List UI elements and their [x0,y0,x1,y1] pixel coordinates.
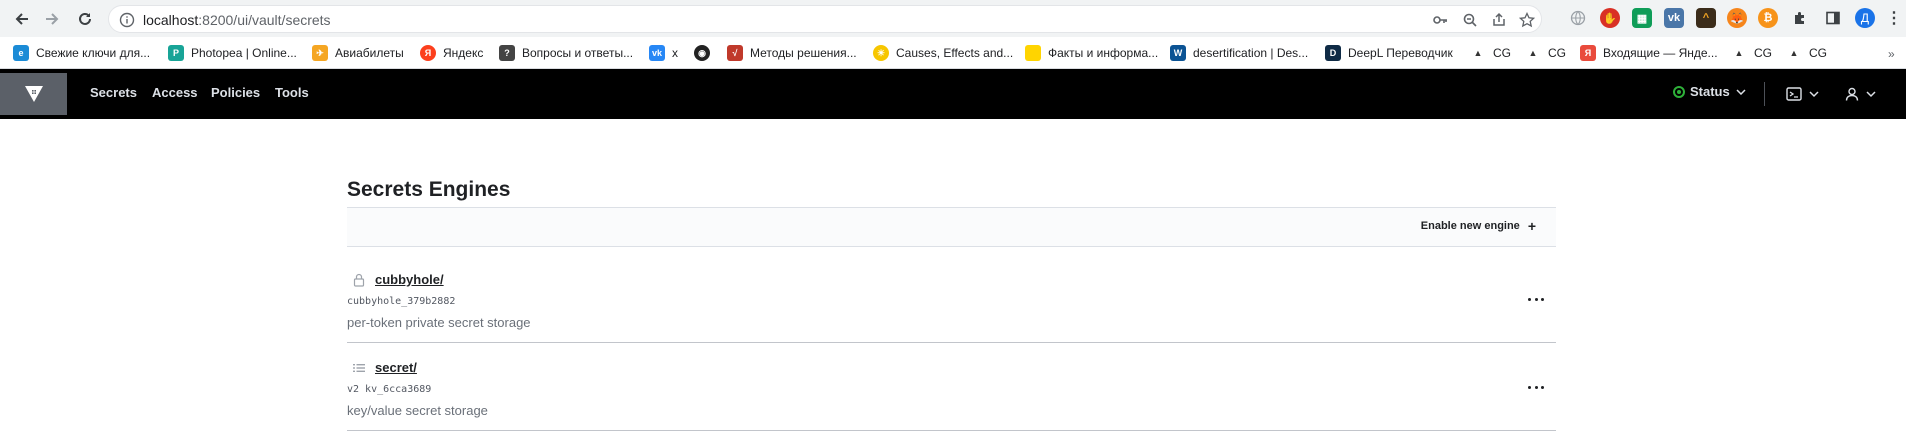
bookmark-favicon-icon: ☀ [873,45,889,61]
browser-toolbar: localhost:8200/ui/vault/secrets ✋ ▦ vk ^… [0,0,1906,37]
more-options-icon[interactable] [1528,383,1544,391]
vault-top-nav: Secrets Access Policies Tools Status [0,69,1906,119]
engine-path-link[interactable]: cubbyhole/ [375,272,444,287]
bookmark-item[interactable]: ▲ CG [1470,42,1511,64]
plus-icon: + [1527,217,1536,234]
bookmark-favicon-icon: √ [727,45,743,61]
engine-row[interactable]: secret/ v2 kv_6cca3689 key/value secret … [347,343,1556,431]
list-icon [352,361,366,375]
nav-link-tools[interactable]: Tools [275,85,309,100]
bookmark-item[interactable]: ? Вопросы и ответы... [499,42,633,64]
bookmark-item[interactable]: D DeepL Переводчик [1325,42,1453,64]
engine-description: per-token private secret storage [347,315,531,330]
bookmark-item[interactable]: Факты и информа... [1025,42,1158,64]
bookmark-favicon-icon: ? [499,45,515,61]
page-title: Secrets Engines [347,178,511,201]
nav-link-access[interactable]: Access [152,85,198,100]
engine-accessor: cubbyhole_379b2882 [347,296,456,307]
zoom-icon[interactable] [1461,11,1479,29]
engine-accessor: v2 kv_6cca3689 [347,384,432,395]
profile-avatar[interactable]: Д [1855,8,1875,28]
engine-description: key/value secret storage [347,403,488,418]
bookmark-favicon-icon: vk [649,45,665,61]
bookmark-favicon-icon: ◉ [694,45,710,61]
extension-chevron-icon[interactable]: ^ [1696,8,1716,28]
extension-coin-icon[interactable]: ₿ [1758,8,1778,28]
vault-logo-icon [24,86,43,102]
browser-menu-icon[interactable]: ⋮ [1884,8,1904,28]
bookmarks-overflow-button[interactable]: » [1888,47,1895,61]
bookmark-item[interactable]: e Свежие ключи для... [13,42,150,64]
status-ok-icon [1673,85,1685,98]
bookmark-favicon-icon: ▲ [1473,48,1483,58]
bookmark-favicon-icon: P [168,45,184,61]
bookmark-item[interactable]: ◉ [694,42,717,64]
bookmark-favicon-icon: ▲ [1789,48,1799,58]
enable-new-engine-button[interactable]: Enable new engine + [1420,217,1536,234]
bookmark-item[interactable]: Я Яндекс [420,42,483,64]
extensions-puzzle-icon[interactable] [1790,8,1810,28]
bookmark-item[interactable]: ▲ CG [1525,42,1566,64]
status-label: Status [1690,84,1730,99]
extension-metamask-icon[interactable]: 🦊 [1727,8,1747,28]
more-options-icon[interactable] [1528,295,1544,303]
console-menu-button[interactable] [1786,86,1820,102]
bookmark-item[interactable]: ☀ Causes, Effects and... [873,42,1013,64]
bookmark-item[interactable]: ▲ CG [1786,42,1827,64]
share-icon[interactable] [1490,11,1508,29]
side-panel-icon[interactable] [1823,8,1843,28]
enable-new-engine-label: Enable new engine [1420,220,1520,232]
nav-link-secrets[interactable]: Secrets [90,85,137,100]
terminal-icon [1786,87,1819,101]
bookmark-favicon-icon [1025,45,1041,61]
bookmark-item[interactable]: Я Входящие — Янде... [1580,42,1718,64]
nav-divider [1764,82,1765,106]
bookmark-favicon-icon: ▲ [1528,48,1538,58]
reload-icon [79,12,91,25]
lock-icon [352,273,366,287]
address-bar[interactable]: localhost:8200/ui/vault/secrets [108,5,1542,33]
engine-row[interactable]: cubbyhole/ cubbyhole_379b2882 per-token … [347,255,1556,343]
bookmark-favicon-icon: Я [1580,45,1596,61]
status-menu-button[interactable]: Status [1673,84,1746,99]
arrow-right-icon [46,13,59,25]
forward-button[interactable] [39,6,65,32]
bookmarks-bar: e Свежие ключи для... P Photopea | Online.… [0,37,1906,69]
bookmark-item[interactable]: ✈ Авиабилеты [312,42,404,64]
user-menu-button[interactable] [1845,86,1879,102]
bookmark-item[interactable]: Wdesertification | Des... [1170,42,1308,64]
extension-vk-icon[interactable]: vk [1664,8,1684,28]
nav-link-policies[interactable]: Policies [211,85,260,100]
user-icon [1845,87,1876,101]
arrow-left-icon [15,13,28,25]
engine-path-link[interactable]: secret/ [375,360,417,375]
bookmark-favicon-icon: ✈ [312,45,328,61]
extension-adblock-icon[interactable]: ✋ [1600,8,1620,28]
bookmark-item[interactable]: vk x [649,42,678,64]
secrets-toolbar: Enable new engine + [347,207,1556,247]
bookmark-favicon-icon: W [1170,45,1186,61]
bookmark-item[interactable]: √ Методы решения... [727,42,857,64]
bookmark-favicon-icon: D [1325,45,1341,61]
bookmark-item[interactable]: ▲ CG [1731,42,1772,64]
extension-globe-icon[interactable] [1568,8,1588,28]
back-button[interactable] [9,6,35,32]
vault-home-link[interactable] [0,73,67,115]
star-icon[interactable] [1518,11,1536,29]
bookmark-favicon-icon: ▲ [1734,48,1744,58]
key-icon[interactable] [1431,11,1449,29]
chevron-down-icon [1736,88,1746,95]
info-icon[interactable] [119,12,135,28]
reload-button[interactable] [72,6,98,32]
bookmark-favicon-icon: e [13,45,29,61]
bookmark-favicon-icon: Я [420,45,436,61]
bookmark-item[interactable]: P Photopea | Online... [168,42,297,64]
extension-sheet-icon[interactable]: ▦ [1632,8,1652,28]
url-text: localhost:8200/ui/vault/secrets [143,12,331,28]
